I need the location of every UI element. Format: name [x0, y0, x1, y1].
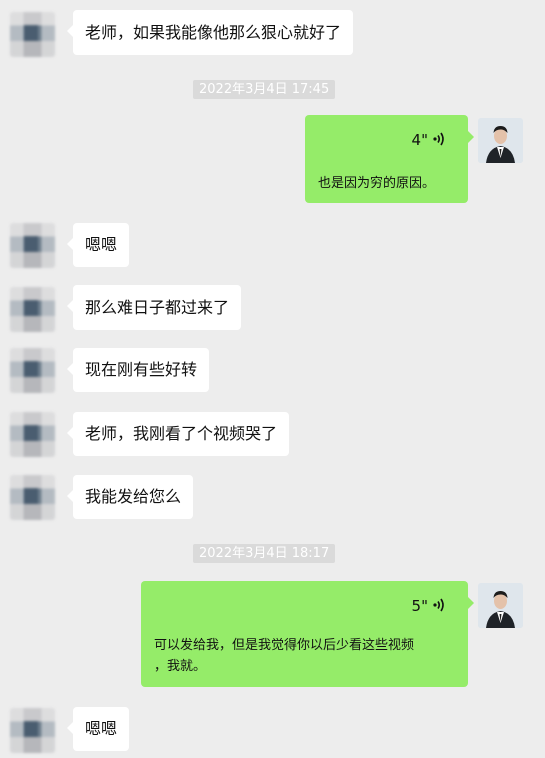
voice-message-bubble[interactable]: 4" 也是因为穷的原因。: [305, 115, 474, 203]
message-bubble[interactable]: 嗯嗯: [66, 223, 130, 267]
contact-avatar[interactable]: [10, 348, 55, 393]
contact-avatar[interactable]: [10, 223, 55, 268]
contact-avatar[interactable]: [10, 287, 55, 332]
message-bubble[interactable]: 老师，如果我能像他那么狠心就好了: [66, 10, 354, 55]
message-text: 老师，如果我能像他那么狠心就好了: [85, 22, 342, 42]
avatar-man-in-suit: [478, 583, 523, 628]
my-avatar[interactable]: [478, 583, 523, 628]
message-text: 现在刚有些好转: [85, 360, 198, 379]
message-text: 老师，我刚看了个视频哭了: [85, 424, 278, 443]
contact-avatar[interactable]: [10, 708, 55, 753]
my-avatar[interactable]: [478, 118, 523, 163]
message-bubble[interactable]: 老师，我刚看了个视频哭了: [66, 412, 290, 456]
message-text: 嗯嗯: [85, 235, 118, 254]
message-bubble[interactable]: 现在刚有些好转: [66, 348, 210, 392]
message-text: 嗯嗯: [85, 719, 118, 738]
voice-message-bubble[interactable]: 5" 可以发给我，但是我觉得你以后少看这些视频 ，我就。: [141, 581, 474, 687]
timestamp: 2022年3月4日 17:45: [193, 80, 336, 99]
voice-transcript-line: ，我就。: [154, 659, 207, 674]
voice-transcript-line: 可以发给我，但是我觉得你以后少看这些视频: [154, 638, 415, 653]
message-bubble[interactable]: 我能发给您么: [66, 475, 194, 519]
voice-duration: 4": [411, 131, 428, 149]
message-bubble[interactable]: 那么难日子都过来了: [66, 285, 242, 330]
message-text: 那么难日子都过来了: [85, 297, 230, 317]
avatar-man-in-suit: [478, 118, 523, 163]
voice-wave-icon: [433, 598, 444, 612]
contact-avatar[interactable]: [10, 12, 55, 57]
contact-avatar[interactable]: [10, 475, 55, 520]
voice-duration: 5": [411, 597, 428, 615]
voice-transcript: 也是因为穷的原因。: [318, 176, 436, 191]
contact-avatar[interactable]: [10, 412, 55, 457]
message-bubble[interactable]: 嗯嗯: [66, 707, 130, 751]
timestamp: 2022年3月4日 18:17: [193, 544, 336, 563]
voice-wave-icon: [433, 132, 444, 146]
message-text: 我能发给您么: [85, 487, 182, 506]
